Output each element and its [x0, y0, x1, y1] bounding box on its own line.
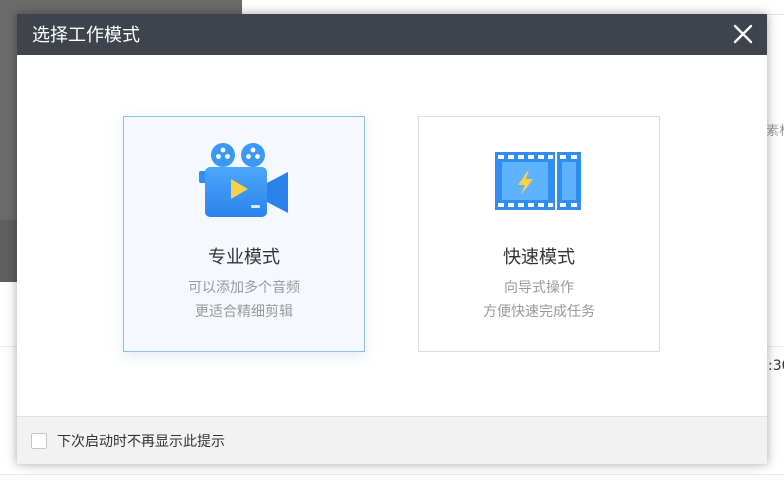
- close-icon: [733, 24, 753, 44]
- professional-mode-card[interactable]: 专业模式 可以添加多个音频 更适合精细剪辑: [123, 116, 365, 352]
- dialog-title: 选择工作模式: [32, 25, 140, 46]
- background-label: 素材: [766, 124, 784, 139]
- close-button[interactable]: [729, 20, 757, 48]
- dont-show-again-label[interactable]: 下次启动时不再显示此提示: [57, 431, 225, 451]
- professional-mode-desc-1: 可以添加多个音频: [188, 280, 300, 296]
- film-strip-lightning-icon: [495, 152, 581, 210]
- quick-mode-title: 快速模式: [503, 247, 575, 268]
- select-mode-dialog: 选择工作模式 专业模式 可以添加多个音频 更适合精细剪辑 快速模式 向导式操作 …: [17, 14, 767, 464]
- quick-mode-desc-2: 方便快速完成任务: [483, 304, 595, 320]
- quick-mode-desc-1: 向导式操作: [504, 280, 574, 296]
- professional-mode-title: 专业模式: [208, 247, 280, 268]
- professional-mode-desc-2: 更适合精细剪辑: [195, 304, 293, 320]
- dialog-header: 选择工作模式: [17, 14, 767, 55]
- dialog-footer: 下次启动时不再显示此提示: [17, 416, 767, 464]
- background-divider: [0, 474, 784, 475]
- background-timestamp: :30: [768, 358, 784, 374]
- quick-mode-card[interactable]: 快速模式 向导式操作 方便快速完成任务: [418, 116, 660, 352]
- video-camera-icon: [199, 143, 288, 217]
- dont-show-again-checkbox[interactable]: [31, 433, 47, 449]
